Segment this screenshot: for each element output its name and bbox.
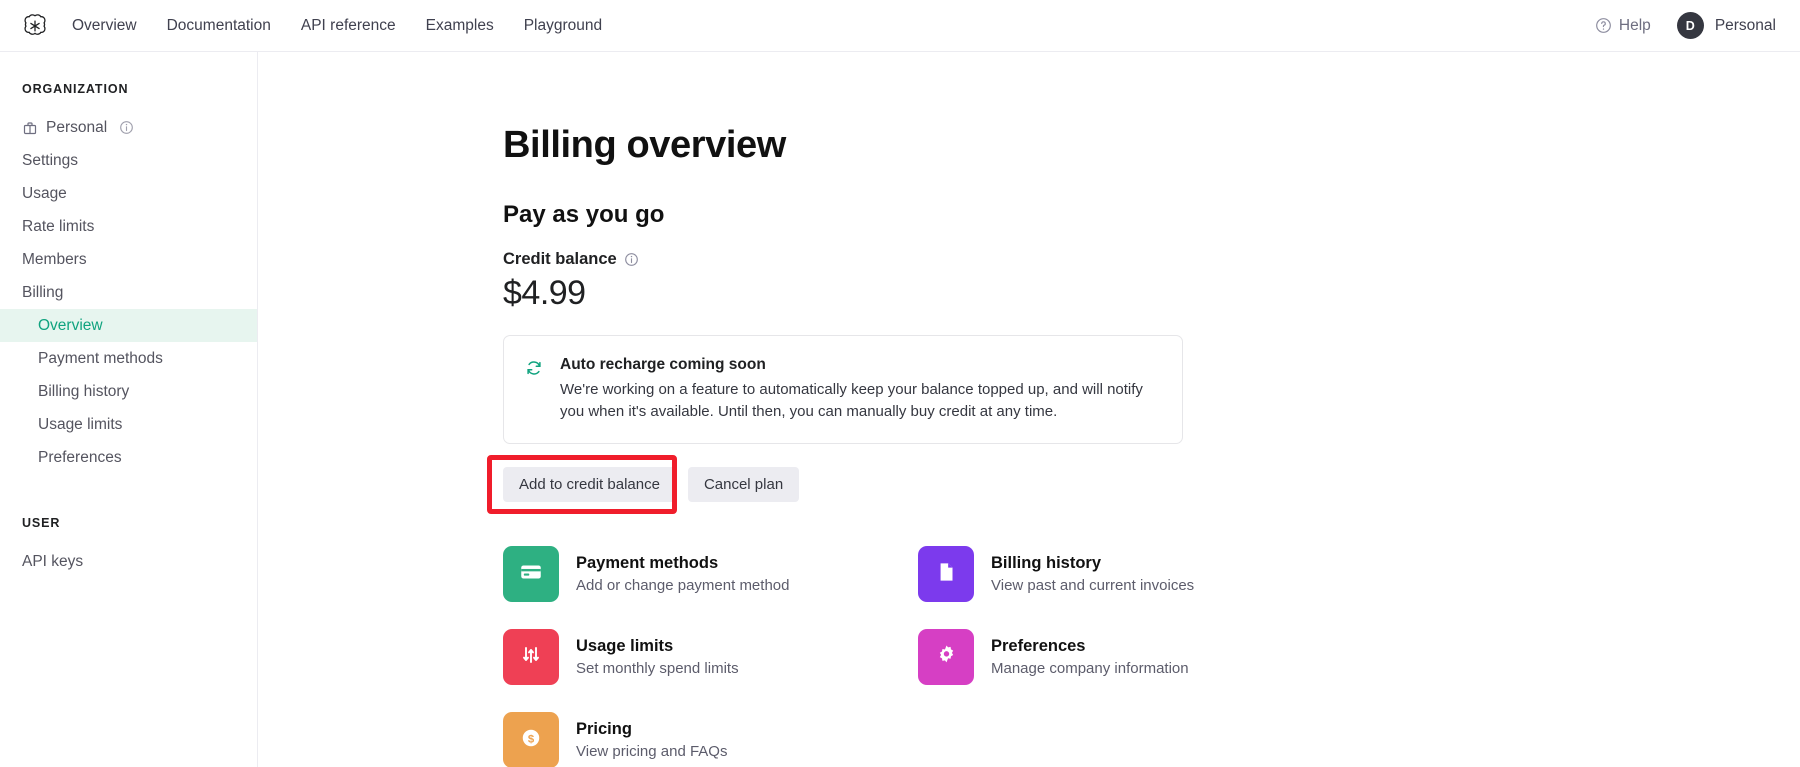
sidebar-item-label: Rate limits xyxy=(22,217,95,235)
tile-title: Billing history xyxy=(991,554,1102,573)
info-circle-icon[interactable] xyxy=(624,252,639,267)
credit-balance-label: Credit balance xyxy=(503,250,1800,269)
sidebar-item-preferences[interactable]: Preferences xyxy=(0,441,257,474)
question-circle-icon xyxy=(1595,17,1612,34)
sidebar-section-organization: ORGANIZATION xyxy=(22,82,129,96)
tile-pricing[interactable]: $ Pricing View pricing and FAQs xyxy=(503,712,918,767)
sidebar-item-label: Preferences xyxy=(38,448,122,466)
sidebar-item-members[interactable]: Members xyxy=(0,243,257,276)
tile-payment-methods[interactable]: Payment methods Add or change payment me… xyxy=(503,546,918,603)
sidebar-item-label: Usage xyxy=(22,184,67,202)
sidebar-item-personal[interactable]: Personal xyxy=(0,111,257,144)
avatar: D xyxy=(1676,12,1704,39)
tile-subtitle: Manage company information xyxy=(991,660,1189,678)
sidebar-item-label: Overview xyxy=(38,316,103,334)
sidebar-item-billing[interactable]: Billing xyxy=(0,276,257,309)
page-title: Billing overview xyxy=(503,124,786,166)
auto-recharge-notice-text: Auto recharge coming soon We're working … xyxy=(560,356,1160,423)
tile-subtitle: Set monthly spend limits xyxy=(576,660,739,678)
top-nav-api-reference[interactable]: API reference xyxy=(301,18,396,34)
sidebar-section-user: USER xyxy=(22,516,61,530)
sidebar-item-rate-limits[interactable]: Rate limits xyxy=(0,210,257,243)
sidebar-item-label: Usage limits xyxy=(38,415,123,433)
tile-icon-pricing: $ xyxy=(503,712,559,767)
tile-title: Usage limits xyxy=(576,637,674,656)
sidebar-item-billing-overview[interactable]: Overview xyxy=(0,309,257,342)
sidebar-item-label: Billing history xyxy=(38,382,130,400)
top-navigation-bar: Overview Documentation API reference Exa… xyxy=(0,0,1800,52)
info-circle-icon[interactable] xyxy=(115,120,134,135)
openai-logo-icon[interactable] xyxy=(20,11,50,41)
page-body: ORGANIZATION Personal Settings Usage Rat… xyxy=(0,52,1800,767)
tile-icon-billing-history xyxy=(918,546,974,603)
cancel-plan-button[interactable]: Cancel plan xyxy=(687,467,800,503)
refresh-cycle-icon xyxy=(524,356,544,423)
top-nav-overview[interactable]: Overview xyxy=(72,18,137,34)
sidebar-item-label: Settings xyxy=(22,151,79,169)
tile-usage-limits[interactable]: Usage limits Set monthly spend limits xyxy=(503,629,918,686)
auto-recharge-notice-body: We're working on a feature to automatica… xyxy=(560,381,1143,421)
top-nav-items: Overview Documentation API reference Exa… xyxy=(72,18,602,34)
top-nav-documentation[interactable]: Documentation xyxy=(167,18,271,34)
tile-text-payment-methods: Payment methods Add or change payment me… xyxy=(576,554,789,594)
sidebar-item-usage-limits[interactable]: Usage limits xyxy=(0,408,257,441)
sidebar-item-billing-history[interactable]: Billing history xyxy=(0,375,257,408)
help-label: Help xyxy=(1618,16,1651,34)
credit-card-icon xyxy=(518,559,544,590)
add-to-credit-balance-button[interactable]: Add to credit balance xyxy=(503,467,676,503)
billing-action-buttons: Add to credit balance Cancel plan xyxy=(487,455,1800,515)
tile-subtitle: View pricing and FAQs xyxy=(576,743,728,761)
gear-icon xyxy=(934,642,959,672)
tile-title: Pricing xyxy=(576,720,632,739)
auto-recharge-notice-title: Auto recharge coming soon xyxy=(560,356,766,373)
sidebar-item-usage[interactable]: Usage xyxy=(0,177,257,210)
top-bar-right-group: Help D Personal xyxy=(1595,12,1776,39)
top-nav-examples[interactable]: Examples xyxy=(426,18,494,34)
tile-subtitle: Add or change payment method xyxy=(576,577,790,595)
auto-recharge-notice: Auto recharge coming soon We're working … xyxy=(503,335,1183,445)
sidebar-item-label: Payment methods xyxy=(38,349,163,367)
sliders-icon xyxy=(519,643,543,672)
building-icon xyxy=(22,120,38,136)
sidebar-item-api-keys[interactable]: API keys xyxy=(0,545,257,578)
sidebar-item-personal-label: Personal xyxy=(46,118,108,136)
sidebar-item-settings[interactable]: Settings xyxy=(0,144,257,177)
sidebar-item-label: API keys xyxy=(22,552,84,570)
tile-title: Preferences xyxy=(991,637,1086,656)
top-nav-playground[interactable]: Playground xyxy=(524,18,602,34)
sidebar-item-label: Billing xyxy=(22,283,64,301)
tile-text-billing-history: Billing history View past and current in… xyxy=(991,554,1194,594)
svg-text:$: $ xyxy=(528,733,535,745)
document-icon xyxy=(933,559,959,590)
tile-text-preferences: Preferences Manage company information xyxy=(991,637,1189,677)
tile-text-pricing: Pricing View pricing and FAQs xyxy=(576,720,727,760)
main-content: Billing overview Pay as you go Credit ba… xyxy=(258,52,1800,767)
tile-subtitle: View past and current invoices xyxy=(991,577,1195,595)
tile-preferences[interactable]: Preferences Manage company information xyxy=(918,629,1333,686)
dollar-coin-icon: $ xyxy=(518,725,544,756)
sidebar-item-payment-methods[interactable]: Payment methods xyxy=(0,342,257,375)
tile-icon-usage-limits xyxy=(503,629,559,686)
credit-balance-label-text: Credit balance xyxy=(503,250,617,268)
tile-icon-payment-methods xyxy=(503,546,559,603)
help-button[interactable]: Help xyxy=(1595,17,1651,35)
billing-shortcut-tiles: Payment methods Add or change payment me… xyxy=(503,546,1343,767)
account-menu[interactable]: D Personal xyxy=(1676,12,1776,39)
tile-text-usage-limits: Usage limits Set monthly spend limits xyxy=(576,637,739,677)
credit-balance-amount: $4.99 xyxy=(503,274,586,312)
tile-title: Payment methods xyxy=(576,554,719,573)
section-title-pay-as-you-go: Pay as you go xyxy=(503,201,665,228)
tile-icon-preferences xyxy=(918,629,974,686)
tile-billing-history[interactable]: Billing history View past and current in… xyxy=(918,546,1333,603)
sidebar-item-label: Members xyxy=(22,250,87,268)
account-name: Personal xyxy=(1714,16,1776,34)
sidebar: ORGANIZATION Personal Settings Usage Rat… xyxy=(0,52,258,767)
